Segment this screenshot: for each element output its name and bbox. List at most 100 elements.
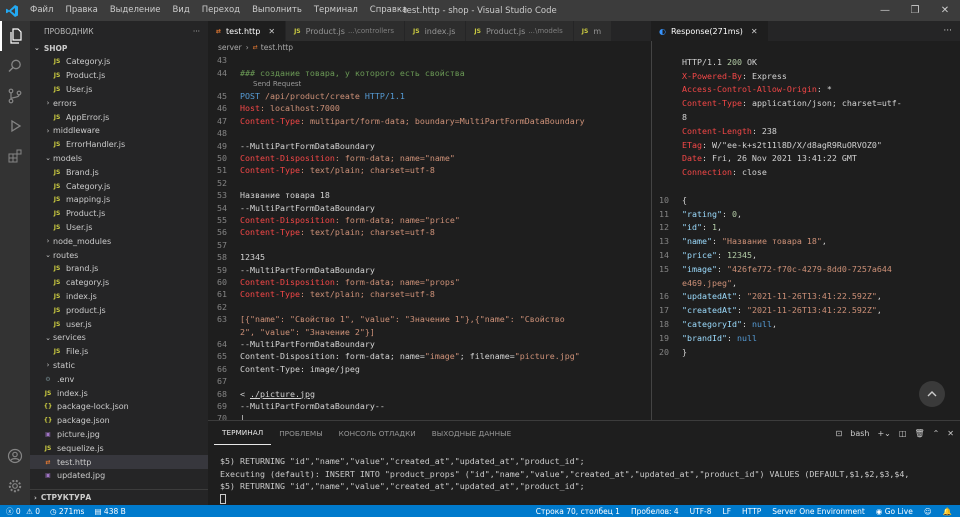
restore-icon[interactable]: ❐ bbox=[900, 0, 930, 21]
tree-item[interactable]: ▣ picture.jpg bbox=[30, 428, 208, 442]
response-time[interactable]: ◷ 271ms bbox=[50, 507, 84, 516]
response-token: 200 bbox=[726, 56, 742, 67]
menu-item[interactable]: Вид bbox=[166, 0, 195, 21]
response-token: { bbox=[682, 194, 687, 205]
tree-item[interactable]: JS product.js bbox=[30, 303, 208, 317]
source-control-icon[interactable] bbox=[0, 81, 30, 111]
terminal-shell-select[interactable]: bash bbox=[850, 429, 869, 438]
code-token: : text/plain; charset=utf-8 bbox=[299, 165, 435, 176]
tree-item[interactable]: › errors bbox=[30, 96, 208, 110]
close-icon[interactable]: ✕ bbox=[268, 27, 275, 36]
http-file-icon: ⇄ bbox=[45, 458, 51, 466]
tree-item[interactable]: JS mapping.js bbox=[30, 193, 208, 207]
tree-item[interactable]: JS Category.js bbox=[30, 55, 208, 69]
split-terminal-icon[interactable]: ◫ bbox=[899, 429, 907, 438]
settings-gear-icon[interactable] bbox=[0, 471, 30, 501]
menu-item[interactable]: Переход bbox=[196, 0, 246, 21]
account-icon[interactable] bbox=[0, 441, 30, 471]
menu-item[interactable]: Выполнить bbox=[246, 0, 308, 21]
tree-item[interactable]: JS sequelize.js bbox=[30, 441, 208, 455]
scroll-to-top-button[interactable] bbox=[919, 381, 945, 407]
tree-item[interactable]: JS Product.js bbox=[30, 69, 208, 83]
tree-item[interactable]: JS Category.js bbox=[30, 179, 208, 193]
close-panel-icon[interactable]: ✕ bbox=[947, 429, 954, 438]
tree-item[interactable]: JS ErrorHandler.js bbox=[30, 138, 208, 152]
close-icon[interactable]: ✕ bbox=[751, 27, 758, 36]
tree-item[interactable]: JS Product.js bbox=[30, 207, 208, 221]
editor-tab[interactable]: JS m bbox=[573, 21, 613, 41]
tree-item[interactable]: ▣ updated.jpg bbox=[30, 469, 208, 483]
panel-tab[interactable]: ТЕРМИНАЛ bbox=[214, 421, 272, 445]
trash-icon[interactable]: 🗑 bbox=[914, 429, 924, 438]
send-request-codelens[interactable]: Send Request bbox=[253, 80, 301, 88]
tree-item[interactable]: › middleware bbox=[30, 124, 208, 138]
panel-tab[interactable]: ПРОБЛЕМЫ bbox=[271, 421, 330, 445]
menu-item[interactable]: Правка bbox=[59, 0, 103, 21]
line-number: 18 bbox=[659, 319, 669, 330]
code-text: --MultiPartFormDataBoundary bbox=[240, 339, 375, 349]
feedback-icon[interactable]: ☺ bbox=[924, 507, 932, 516]
menu-item[interactable]: Терминал bbox=[308, 0, 364, 21]
indentation[interactable]: Пробелов: 4 bbox=[631, 507, 679, 516]
response-line: 13 "name": "Название товара 18", bbox=[652, 234, 827, 248]
tree-item[interactable]: JS User.js bbox=[30, 83, 208, 97]
tree-item[interactable]: ⌄ services bbox=[30, 331, 208, 345]
language-mode[interactable]: HTTP bbox=[742, 507, 761, 516]
tree-item[interactable]: JS user.js bbox=[30, 317, 208, 331]
js-file-icon: JS bbox=[53, 58, 61, 66]
tab-response[interactable]: ◐ Response(271ms) ✕ bbox=[651, 21, 769, 41]
editor-tab[interactable]: JS Product.js ...\models bbox=[466, 21, 574, 41]
new-terminal-icon[interactable]: +⌄ bbox=[877, 429, 890, 438]
breadcrumb-item[interactable]: test.http bbox=[261, 43, 293, 52]
problems-indicator[interactable]: ⓧ 0 ⚠ 0 bbox=[6, 506, 40, 517]
tree-item[interactable]: JS brand.js bbox=[30, 262, 208, 276]
response-size[interactable]: ▤ 438 B bbox=[94, 507, 125, 516]
tree-item[interactable]: JS AppError.js bbox=[30, 110, 208, 124]
terminal-line: Executing (default): INSERT INTO "produc… bbox=[220, 468, 910, 479]
tree-item[interactable]: JS User.js bbox=[30, 221, 208, 235]
tree-item[interactable]: › node_modules bbox=[30, 234, 208, 248]
tree-item[interactable]: JS index.js bbox=[30, 290, 208, 304]
tree-item[interactable]: {} package-lock.json bbox=[30, 400, 208, 414]
tree-item[interactable]: ⌄ routes bbox=[30, 248, 208, 262]
editor-tab[interactable]: JS Product.js ...\controllers bbox=[286, 21, 406, 41]
response-viewer[interactable]: HTTP/1.1 200 OK X-Powered-By: Express Acce… bbox=[651, 41, 960, 420]
go-live-button[interactable]: ◉ Go Live bbox=[876, 507, 913, 516]
tree-item[interactable]: › static bbox=[30, 359, 208, 373]
tree-item[interactable]: JS Brand.js bbox=[30, 165, 208, 179]
tree-item[interactable]: JS index.js bbox=[30, 386, 208, 400]
tree-item[interactable]: JS category.js bbox=[30, 276, 208, 290]
minimize-icon[interactable]: — bbox=[870, 0, 900, 21]
end-of-line[interactable]: LF bbox=[723, 507, 732, 516]
tree-item[interactable]: ⇄ test.http bbox=[30, 455, 208, 469]
run-debug-icon[interactable] bbox=[0, 111, 30, 141]
menu-item[interactable]: Файл bbox=[24, 0, 59, 21]
menu-item[interactable]: Выделение bbox=[104, 0, 167, 21]
outline-section[interactable]: › СТРУКТУРА bbox=[30, 489, 208, 505]
terminal-cursor[interactable] bbox=[220, 493, 226, 505]
extensions-icon[interactable] bbox=[0, 141, 30, 171]
workspace-root[interactable]: ⌄ SHOP bbox=[30, 41, 208, 55]
cursor-position[interactable]: Строка 70, столбец 1 bbox=[536, 507, 620, 516]
search-icon[interactable] bbox=[0, 51, 30, 81]
panel-tab[interactable]: КОНСОЛЬ ОТЛАДКИ bbox=[331, 421, 424, 445]
explorer-icon[interactable] bbox=[0, 21, 30, 51]
editor-tab[interactable]: JS index.js bbox=[405, 21, 467, 41]
notifications-bell-icon[interactable]: 🔔 bbox=[943, 507, 952, 516]
tree-item[interactable]: {} package.json bbox=[30, 414, 208, 428]
tree-item[interactable]: ⌄ models bbox=[30, 152, 208, 166]
tree-item[interactable]: JS File.js bbox=[30, 345, 208, 359]
panel-tab[interactable]: ВЫХОДНЫЕ ДАННЫЕ bbox=[424, 421, 519, 445]
rest-environment[interactable]: Server One Environment bbox=[772, 507, 865, 516]
encoding[interactable]: UTF-8 bbox=[690, 507, 712, 516]
close-icon[interactable]: ✕ bbox=[930, 0, 960, 21]
editor-tab[interactable]: ⇄ test.http ✕ bbox=[208, 21, 287, 41]
response-size-label: 438 B bbox=[103, 506, 126, 516]
more-actions-icon[interactable]: ··· bbox=[193, 27, 200, 36]
menu-item[interactable]: Справка bbox=[364, 0, 413, 21]
tree-item[interactable]: ⚙ .env bbox=[30, 372, 208, 386]
breadcrumb-item[interactable]: server bbox=[218, 43, 242, 52]
maximize-panel-icon[interactable]: ⌃ bbox=[933, 429, 940, 438]
code-editor[interactable]: 43 44 ### создание товара, у которого есть… bbox=[208, 54, 651, 420]
more-actions-icon[interactable]: ··· bbox=[943, 26, 952, 36]
